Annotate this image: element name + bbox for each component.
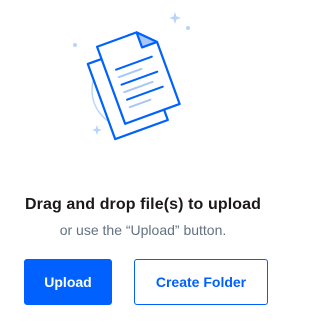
documents-icon bbox=[73, 12, 190, 141]
sparkle-icon bbox=[92, 125, 102, 135]
sparkle-dot-icon bbox=[73, 43, 77, 47]
dropzone-subtitle: or use the “Upload” button. bbox=[59, 222, 227, 238]
dropzone-title: Drag and drop file(s) to upload bbox=[25, 196, 261, 213]
upload-button[interactable]: Upload bbox=[24, 259, 112, 305]
sparkle-icon bbox=[169, 12, 181, 24]
create-folder-button[interactable]: Create Folder bbox=[134, 259, 268, 305]
upload-dropzone[interactable]: Drag and drop file(s) to upload or use t… bbox=[0, 0, 286, 324]
sparkle-dot-icon bbox=[186, 26, 190, 30]
